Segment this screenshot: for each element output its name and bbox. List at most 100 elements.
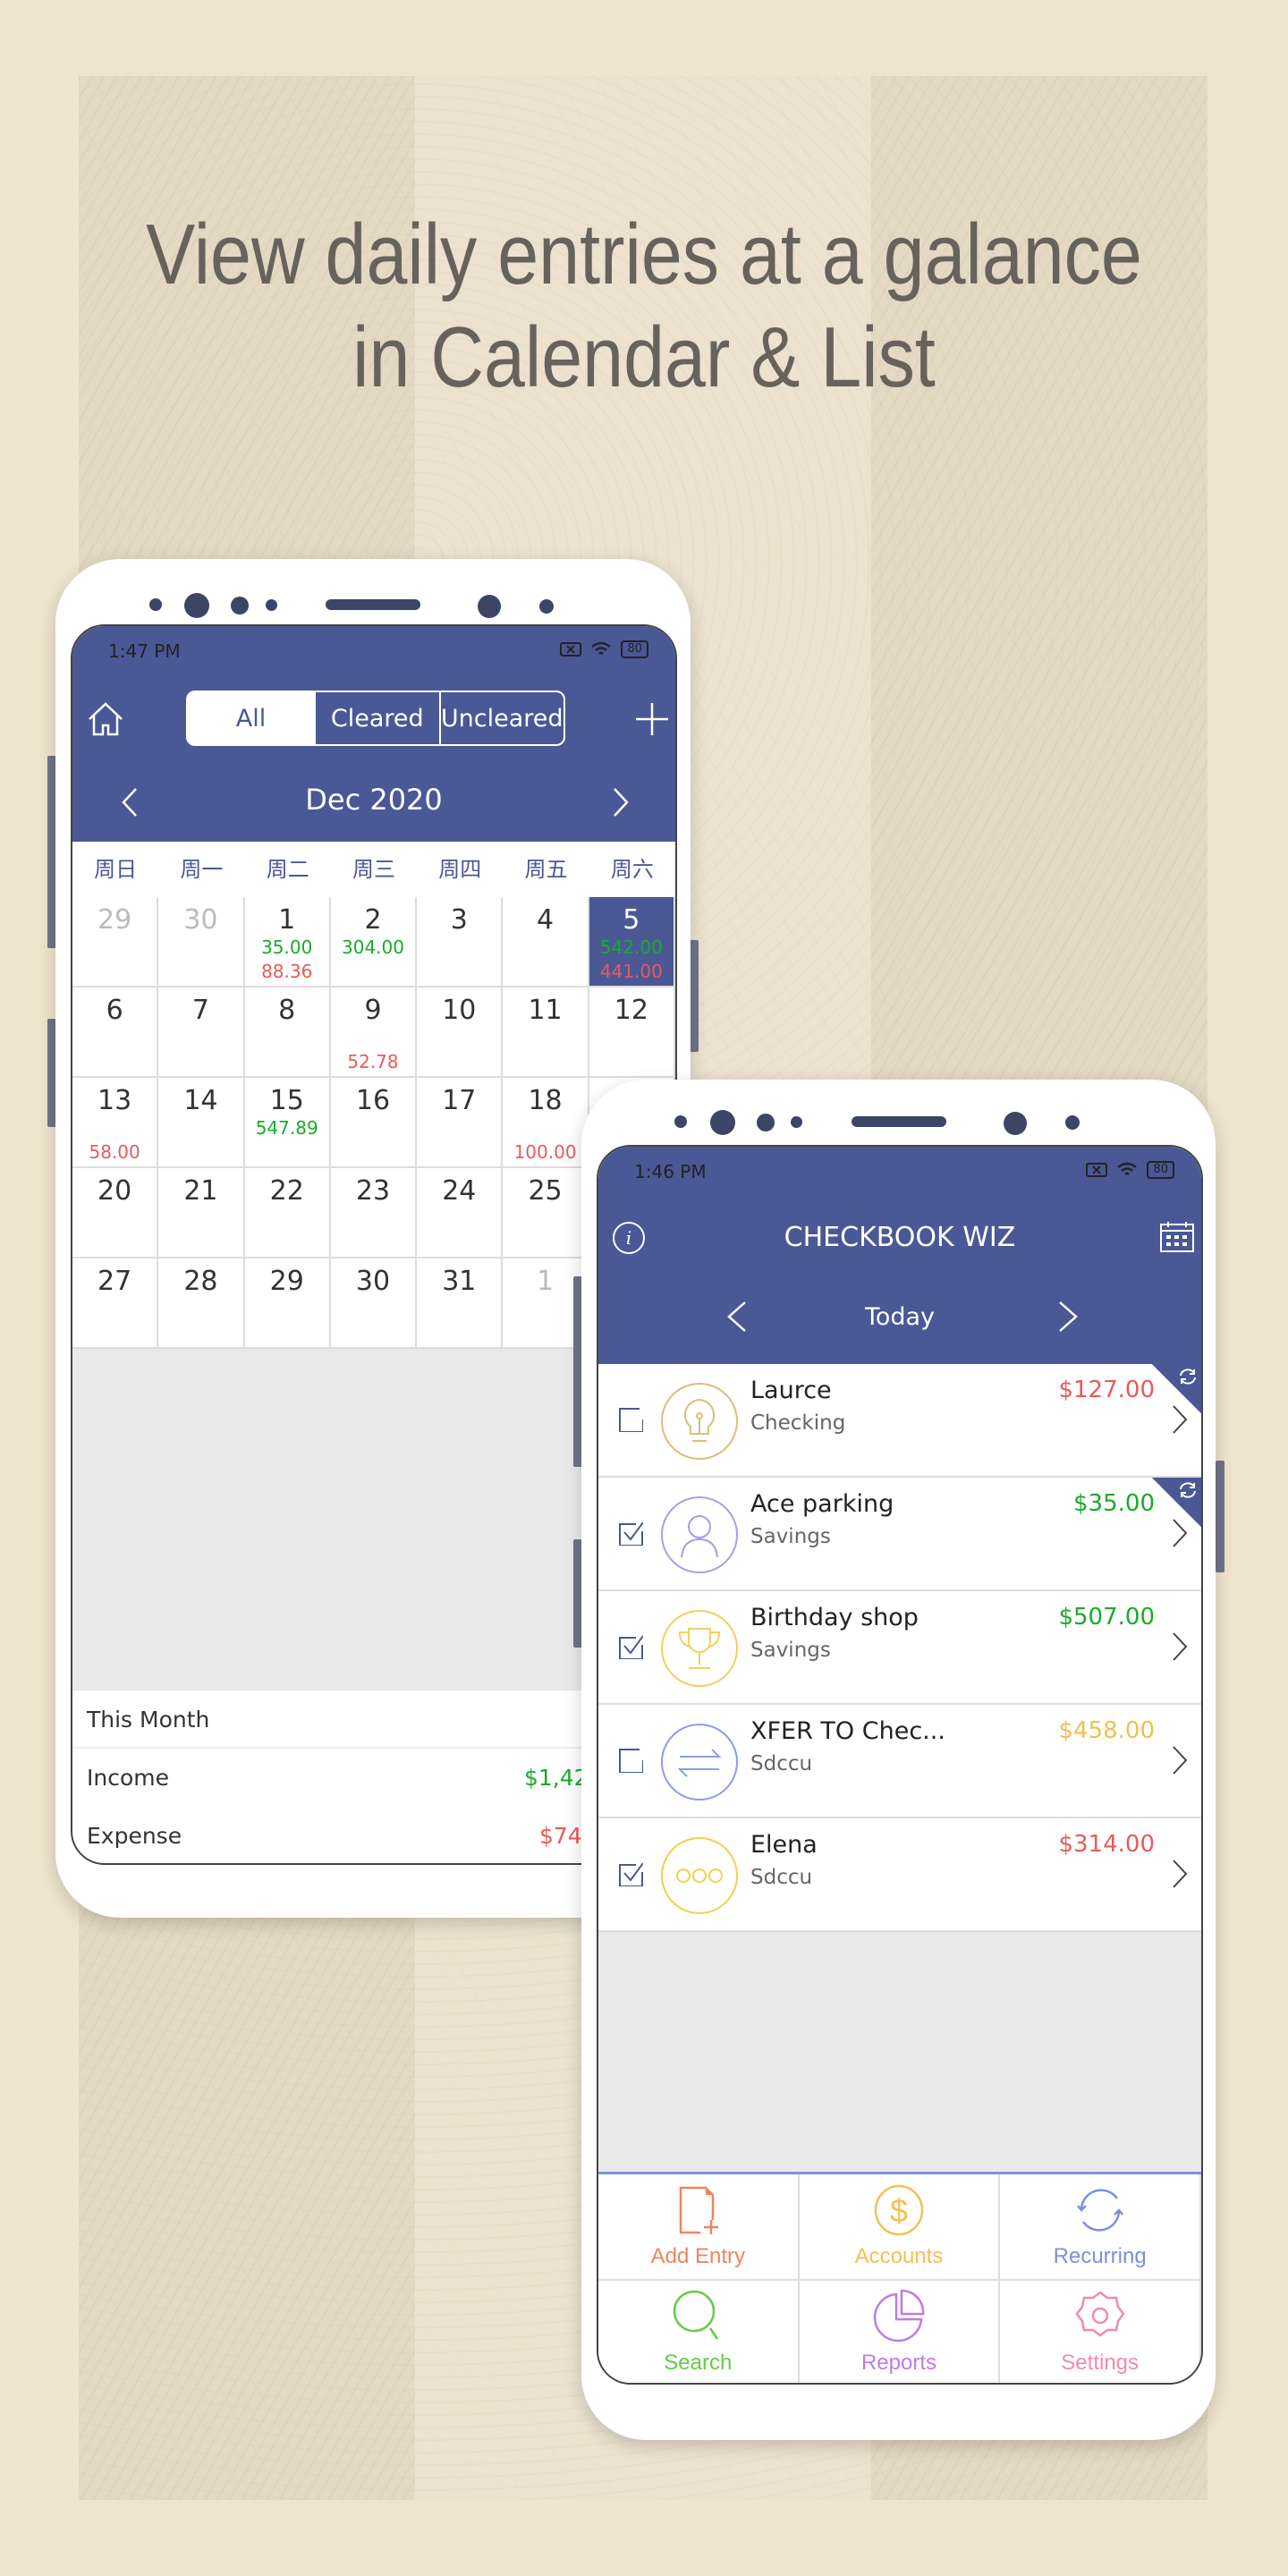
- calendar-day-cell[interactable]: 29: [72, 897, 159, 987]
- calendar-day-cell[interactable]: 9 52.78: [330, 987, 418, 1078]
- calendar-day-cell[interactable]: 6: [72, 987, 159, 1078]
- day-income: 304.00: [342, 936, 404, 958]
- entry-row[interactable]: Elena Sdccu $314.00: [598, 1818, 1201, 1932]
- entry-account: Savings: [750, 1639, 831, 1662]
- cleared-checkbox-checked[interactable]: [618, 1521, 643, 1546]
- day-expense: 58.00: [89, 1141, 140, 1163]
- filter-all-tab[interactable]: All: [188, 692, 314, 744]
- calendar-day-cell[interactable]: 16: [330, 1078, 418, 1168]
- next-month-icon[interactable]: [612, 787, 630, 818]
- calendar-day-cell[interactable]: 4: [503, 897, 589, 987]
- next-day-icon[interactable]: [1056, 1301, 1080, 1333]
- day-income: 547.89: [255, 1117, 318, 1139]
- phone-sensor: [791, 1116, 802, 1128]
- filter-segmented-control: All Cleared Uncleared: [186, 691, 565, 746]
- calendar-day-cell[interactable]: 25: [503, 1168, 589, 1258]
- chevron-right-icon[interactable]: [1171, 1744, 1189, 1776]
- add-icon[interactable]: [634, 701, 670, 737]
- calendar-day-cell[interactable]: 8: [244, 987, 331, 1078]
- sim-icon: [560, 642, 582, 657]
- calendar-day-cell[interactable]: 30: [330, 1258, 418, 1349]
- calendar-day-cell[interactable]: 28: [158, 1258, 245, 1349]
- chevron-right-icon[interactable]: [1171, 1631, 1189, 1663]
- calendar-day-cell[interactable]: 12: [589, 987, 675, 1078]
- chevron-right-icon[interactable]: [1171, 1858, 1189, 1890]
- battery-icon: 80: [1147, 1161, 1174, 1179]
- day-number: 7: [191, 995, 209, 1026]
- calendar-day-cell[interactable]: 14: [158, 1078, 245, 1168]
- menu-settings-button[interactable]: Settings: [1000, 2280, 1201, 2383]
- phone-camera: [1004, 1112, 1027, 1135]
- day-number: 10: [442, 995, 477, 1026]
- calendar-day-cell[interactable]: 13 58.00: [72, 1078, 159, 1168]
- cleared-checkbox-unchecked[interactable]: [618, 1748, 643, 1773]
- day-number: 8: [278, 995, 296, 1026]
- menu-add-entry-button[interactable]: Add Entry: [598, 2174, 800, 2281]
- calendar-day-cell[interactable]: 17: [417, 1078, 504, 1168]
- cleared-checkbox-checked[interactable]: [618, 1634, 643, 1659]
- menu-search-button[interactable]: Search: [598, 2280, 800, 2383]
- calendar-day-cell[interactable]: 10: [417, 987, 504, 1078]
- day-number: 20: [97, 1175, 132, 1207]
- expense-value: $74: [539, 1823, 582, 1849]
- entry-row[interactable]: Laurce Checking $127.00: [598, 1364, 1201, 1478]
- calendar-day-cell[interactable]: 7: [158, 987, 245, 1078]
- menu-label: Settings: [1061, 2351, 1140, 2376]
- phone-sensor: [266, 599, 277, 611]
- calendar-day-cell[interactable]: 1 35.00 88.36: [244, 897, 331, 987]
- filter-uncleared-tab[interactable]: Uncleared: [438, 692, 564, 744]
- menu-recurring-button[interactable]: Recurring: [1000, 2174, 1201, 2281]
- home-icon[interactable]: [87, 701, 124, 737]
- calendar-day-cell[interactable]: 31: [417, 1258, 504, 1349]
- cleared-checkbox-unchecked[interactable]: [618, 1407, 643, 1432]
- calendar-day-cell[interactable]: 21: [158, 1168, 245, 1258]
- day-number: 9: [364, 995, 382, 1026]
- calendar-day-cell[interactable]: 18 100.00: [503, 1078, 589, 1168]
- calendar-day-cell[interactable]: 22: [244, 1168, 331, 1258]
- cleared-checkbox-checked[interactable]: [618, 1861, 643, 1886]
- calendar-day-cell[interactable]: 29: [244, 1258, 331, 1349]
- phone-sensor: [149, 598, 162, 611]
- calendar-day-cell[interactable]: 27: [72, 1258, 159, 1349]
- calendar-day-cell[interactable]: 24: [417, 1168, 504, 1258]
- recurring-badge: [1152, 1364, 1201, 1413]
- day-number: 1: [278, 904, 296, 936]
- day-number: 11: [528, 995, 563, 1026]
- entry-amount: $507.00: [1058, 1604, 1155, 1631]
- recurring-icon: [1074, 2184, 1126, 2244]
- calendar-icon[interactable]: [1159, 1220, 1195, 1254]
- more-icon: [661, 1837, 738, 1914]
- month-title: Dec 2020: [305, 783, 443, 817]
- wifi-icon: [591, 641, 612, 655]
- calendar-day-cell[interactable]: 3: [417, 897, 504, 987]
- day-number: 14: [183, 1085, 218, 1116]
- entry-name: Elena: [750, 1831, 818, 1859]
- day-expense: 88.36: [261, 961, 313, 982]
- menu-accounts-button[interactable]: $ Accounts: [799, 2174, 1001, 2281]
- filter-cleared-tab[interactable]: Cleared: [314, 692, 439, 744]
- status-bar: 1:47 PM 80: [72, 626, 675, 675]
- calendar-day-cell[interactable]: 20: [72, 1168, 159, 1258]
- phone-sensor: [674, 1115, 687, 1128]
- calendar-day-cell[interactable]: 11: [503, 987, 589, 1078]
- day-number: 31: [442, 1266, 477, 1297]
- recurring-icon: [1180, 1482, 1196, 1498]
- phone-sensor: [539, 599, 554, 614]
- day-number: 3: [450, 904, 468, 936]
- calendar-day-cell[interactable]: 30: [158, 897, 245, 987]
- calendar-day-cell[interactable]: 2 304.00: [330, 897, 418, 987]
- calendar-day-cell[interactable]: 5 542.00 441.00: [589, 897, 675, 987]
- entry-row[interactable]: XFER TO Chec... Sdccu $458.00: [598, 1705, 1201, 1818]
- calendar-day-cell[interactable]: 23: [330, 1168, 418, 1258]
- summary-title: This Month: [87, 1707, 210, 1733]
- recurring-icon: [1180, 1368, 1196, 1385]
- list-screen: 1:46 PM 80 i CHECKBOOK WIZ Today Laurce C…: [597, 1145, 1203, 2385]
- entry-row[interactable]: Ace parking Savings $35.00: [598, 1478, 1201, 1591]
- calendar-day-cell[interactable]: 15 547.89: [244, 1078, 331, 1168]
- list-phone: 1:46 PM 80 i CHECKBOOK WIZ Today Laurce C…: [581, 1080, 1216, 2440]
- day-number: 2: [364, 904, 382, 936]
- calendar-header: 1:47 PM 80 All Cleared Uncleared Dec 202…: [72, 626, 675, 842]
- menu-reports-button[interactable]: Reports: [800, 2280, 1001, 2383]
- entry-row[interactable]: Birthday shop Savings $507.00: [598, 1591, 1201, 1705]
- weekday-label: 周一: [180, 857, 224, 882]
